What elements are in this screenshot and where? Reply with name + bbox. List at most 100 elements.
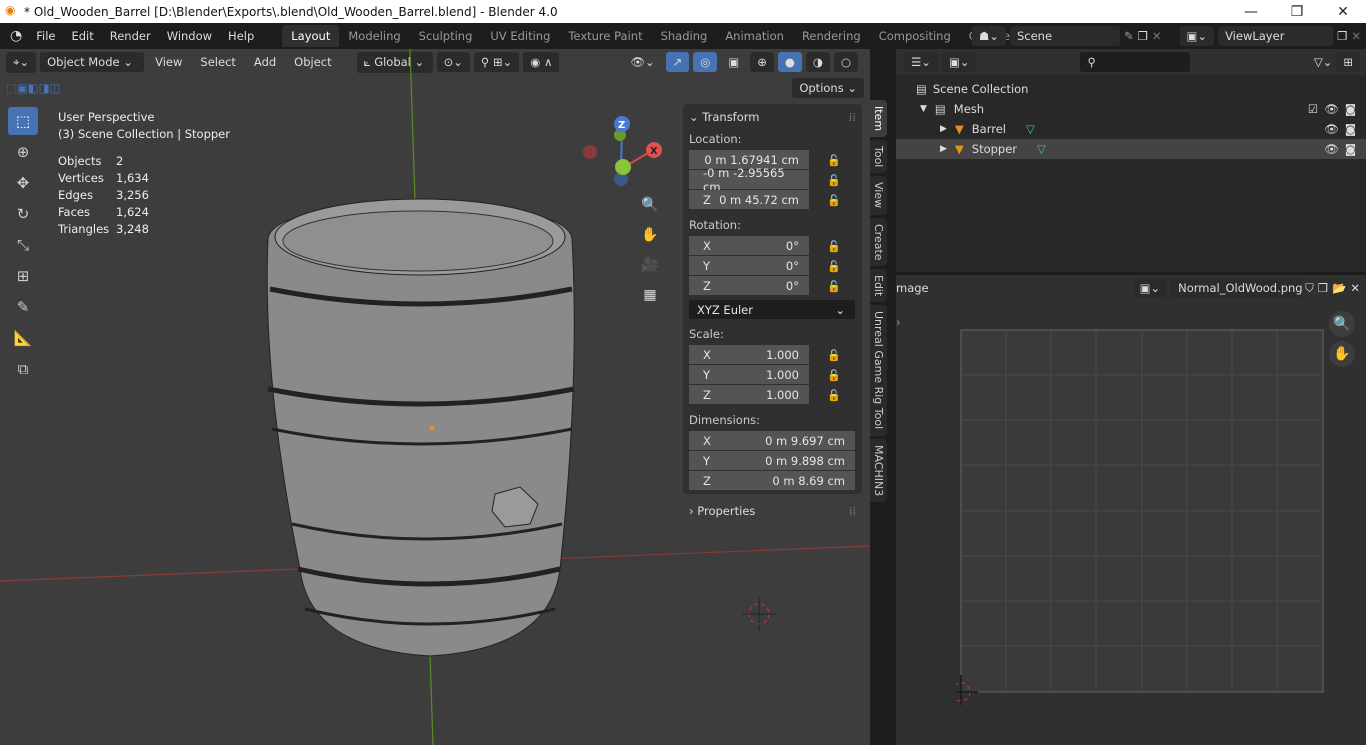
tab-rendering[interactable]: Rendering (793, 25, 870, 47)
tab-compositing[interactable]: Compositing (870, 25, 960, 47)
outliner-item-stopper[interactable]: ▶ ▼ Stopper ▽ 👁 ◙ (896, 139, 1366, 159)
close-button[interactable]: ✕ (1320, 4, 1366, 20)
zoom-icon[interactable]: 🔍 (637, 192, 663, 218)
minimize-button[interactable]: — (1228, 4, 1274, 20)
tab-tool[interactable]: Tool (870, 140, 887, 174)
tab-texture-paint[interactable]: Texture Paint (559, 25, 651, 47)
remove-scene-icon[interactable]: ✕ (1152, 29, 1162, 43)
eye-icon[interactable]: 👁 (1324, 102, 1339, 116)
rotation-y-field[interactable]: Y 0° (689, 256, 809, 275)
outliner-search-input[interactable]: ⚲ (1080, 52, 1191, 72)
select-box-icon[interactable]: ⬚ (8, 107, 38, 135)
outliner-editor-type-icon[interactable]: ☰⌄ (904, 52, 938, 72)
lock-icon[interactable]: 🔓 (827, 280, 841, 293)
mesh-data-icon[interactable]: ▽ (1037, 142, 1046, 156)
new-view-layer-icon[interactable]: ❐ (1337, 29, 1347, 43)
move-icon[interactable]: ✥ (8, 169, 38, 197)
expand-right-icon[interactable]: ▶ (940, 124, 947, 134)
lock-icon[interactable]: 🔓 (827, 260, 841, 273)
drag-handle-icon[interactable]: ⁞⁞ (849, 110, 856, 124)
dimension-x-field[interactable]: X 0 m 9.697 cm (689, 431, 855, 450)
scale-icon[interactable]: ⤡ (8, 231, 38, 259)
3d-viewport[interactable]: Z X ⌖⌄ Object Mode ⌄ View Select Add Obj… (0, 49, 870, 745)
new-scene-icon[interactable]: ❐ (1138, 29, 1148, 43)
menu-help[interactable]: Help (220, 29, 262, 43)
tab-animation[interactable]: Animation (716, 25, 793, 47)
rotation-mode-select[interactable]: XYZ Euler ⌄ (689, 300, 855, 319)
scale-y-field[interactable]: Y 1.000 (689, 365, 809, 384)
outliner-collection-mesh[interactable]: ▼ ▤ Mesh ☑ 👁 ◙ (896, 99, 1366, 119)
outliner-scene-collection[interactable]: ▤ Scene Collection (896, 79, 1366, 99)
tab-uv-editing[interactable]: UV Editing (481, 25, 559, 47)
transform-icon[interactable]: ⊞ (8, 262, 38, 290)
scene-field[interactable]: Scene (1009, 26, 1120, 46)
maximize-button[interactable]: ❐ (1274, 4, 1320, 20)
open-image-icon[interactable]: 📂 (1332, 281, 1346, 295)
add-cube-icon[interactable]: ⧉ (8, 355, 38, 383)
lock-icon[interactable]: 🔓 (827, 174, 841, 187)
filter-icon[interactable]: ▽⌄ (1314, 55, 1332, 69)
lock-icon[interactable]: 🔓 (827, 389, 841, 402)
rotation-z-field[interactable]: Z 0° (689, 276, 809, 295)
checkbox-icon[interactable]: ☑ (1308, 102, 1318, 116)
mesh-data-icon[interactable]: ▽ (1026, 122, 1035, 136)
dimension-y-field[interactable]: Y 0 m 9.898 cm (689, 451, 855, 470)
camera-render-icon[interactable]: ◙ (1345, 102, 1356, 116)
expand-right-icon[interactable]: ▶ (940, 144, 947, 154)
view-layer-icon[interactable]: ▣⌄ (1179, 26, 1215, 46)
lock-icon[interactable]: 🔓 (827, 194, 841, 207)
tab-sculpting[interactable]: Sculpting (410, 25, 482, 47)
tab-unreal-game-rig-tool[interactable]: Unreal Game Rig Tool (870, 305, 887, 436)
scene-icon[interactable]: ☗⌄ (972, 26, 1006, 46)
location-z-field[interactable]: Z 0 m 45.72 cm (689, 190, 809, 209)
annotate-icon[interactable]: ✎ (8, 293, 38, 321)
menu-render[interactable]: Render (102, 29, 159, 43)
tab-modeling[interactable]: Modeling (339, 25, 409, 47)
location-y-field[interactable]: -0 m -2.95565 cm (689, 166, 809, 194)
display-mode-icon[interactable]: ▣⌄ (941, 52, 977, 72)
pan-hand-icon[interactable]: ✋ (637, 222, 663, 248)
dimension-z-field[interactable]: Z 0 m 8.69 cm (689, 471, 855, 490)
tab-view[interactable]: View (870, 176, 887, 215)
tab-create[interactable]: Create (870, 217, 887, 267)
grid-perspective-icon[interactable]: ▦ (637, 282, 663, 308)
expand-sidebar-icon[interactable]: › (896, 315, 901, 329)
zoom-icon[interactable]: 🔍 (1329, 311, 1355, 337)
menu-file[interactable]: File (28, 29, 63, 43)
new-image-icon[interactable]: ❐ (1318, 281, 1328, 295)
pin-icon[interactable]: ✎ (1124, 29, 1134, 43)
cursor-icon[interactable]: ⊕ (8, 138, 38, 166)
camera-render-icon[interactable]: ◙ (1345, 142, 1356, 156)
image-name-field[interactable]: Normal_OldWood.png (1171, 278, 1303, 298)
tab-edit[interactable]: Edit (870, 269, 887, 303)
remove-view-layer-icon[interactable]: ✕ (1351, 29, 1361, 43)
menu-window[interactable]: Window (159, 29, 220, 43)
expand-down-icon[interactable]: ▼ (920, 104, 927, 114)
image-editor[interactable]: mage ▣⌄ Normal_OldWood.png ⛉ ❐ 📂 ✕ › 🔍 ✋ (896, 275, 1366, 745)
scale-x-field[interactable]: X 1.000 (689, 345, 809, 364)
transform-header[interactable]: ⌄ Transform (689, 110, 760, 124)
rotate-icon[interactable]: ↻ (8, 200, 38, 228)
drag-handle-icon[interactable]: ⁞⁞ (849, 504, 856, 518)
tab-shading[interactable]: Shading (652, 25, 717, 47)
tab-layout[interactable]: Layout (282, 25, 340, 47)
blender-menu-icon[interactable]: ◔ (0, 28, 28, 44)
outliner-item-barrel[interactable]: ▶ ▼ Barrel ▽ 👁 ◙ (896, 119, 1366, 139)
unlink-image-icon[interactable]: ✕ (1350, 281, 1360, 295)
pan-hand-icon[interactable]: ✋ (1329, 341, 1355, 367)
eye-icon[interactable]: 👁 (1324, 142, 1339, 156)
lock-icon[interactable]: 🔓 (827, 349, 841, 362)
scale-z-field[interactable]: Z 1.000 (689, 385, 809, 404)
lock-icon[interactable]: 🔓 (827, 154, 841, 167)
image-browse-icon[interactable]: ▣⌄ (1132, 278, 1168, 298)
eye-icon[interactable]: 👁 (1324, 122, 1339, 136)
tab-machin3[interactable]: MACHIN3 (870, 438, 887, 502)
camera-render-icon[interactable]: ◙ (1345, 122, 1356, 136)
fake-user-icon[interactable]: ⛉ (1305, 281, 1314, 296)
rotation-x-field[interactable]: X 0° (689, 236, 809, 255)
tab-item[interactable]: Item (870, 100, 887, 138)
properties-header[interactable]: › Properties (689, 504, 755, 518)
lock-icon[interactable]: 🔓 (827, 240, 841, 253)
menu-edit[interactable]: Edit (63, 29, 101, 43)
measure-icon[interactable]: 📐 (8, 324, 38, 352)
